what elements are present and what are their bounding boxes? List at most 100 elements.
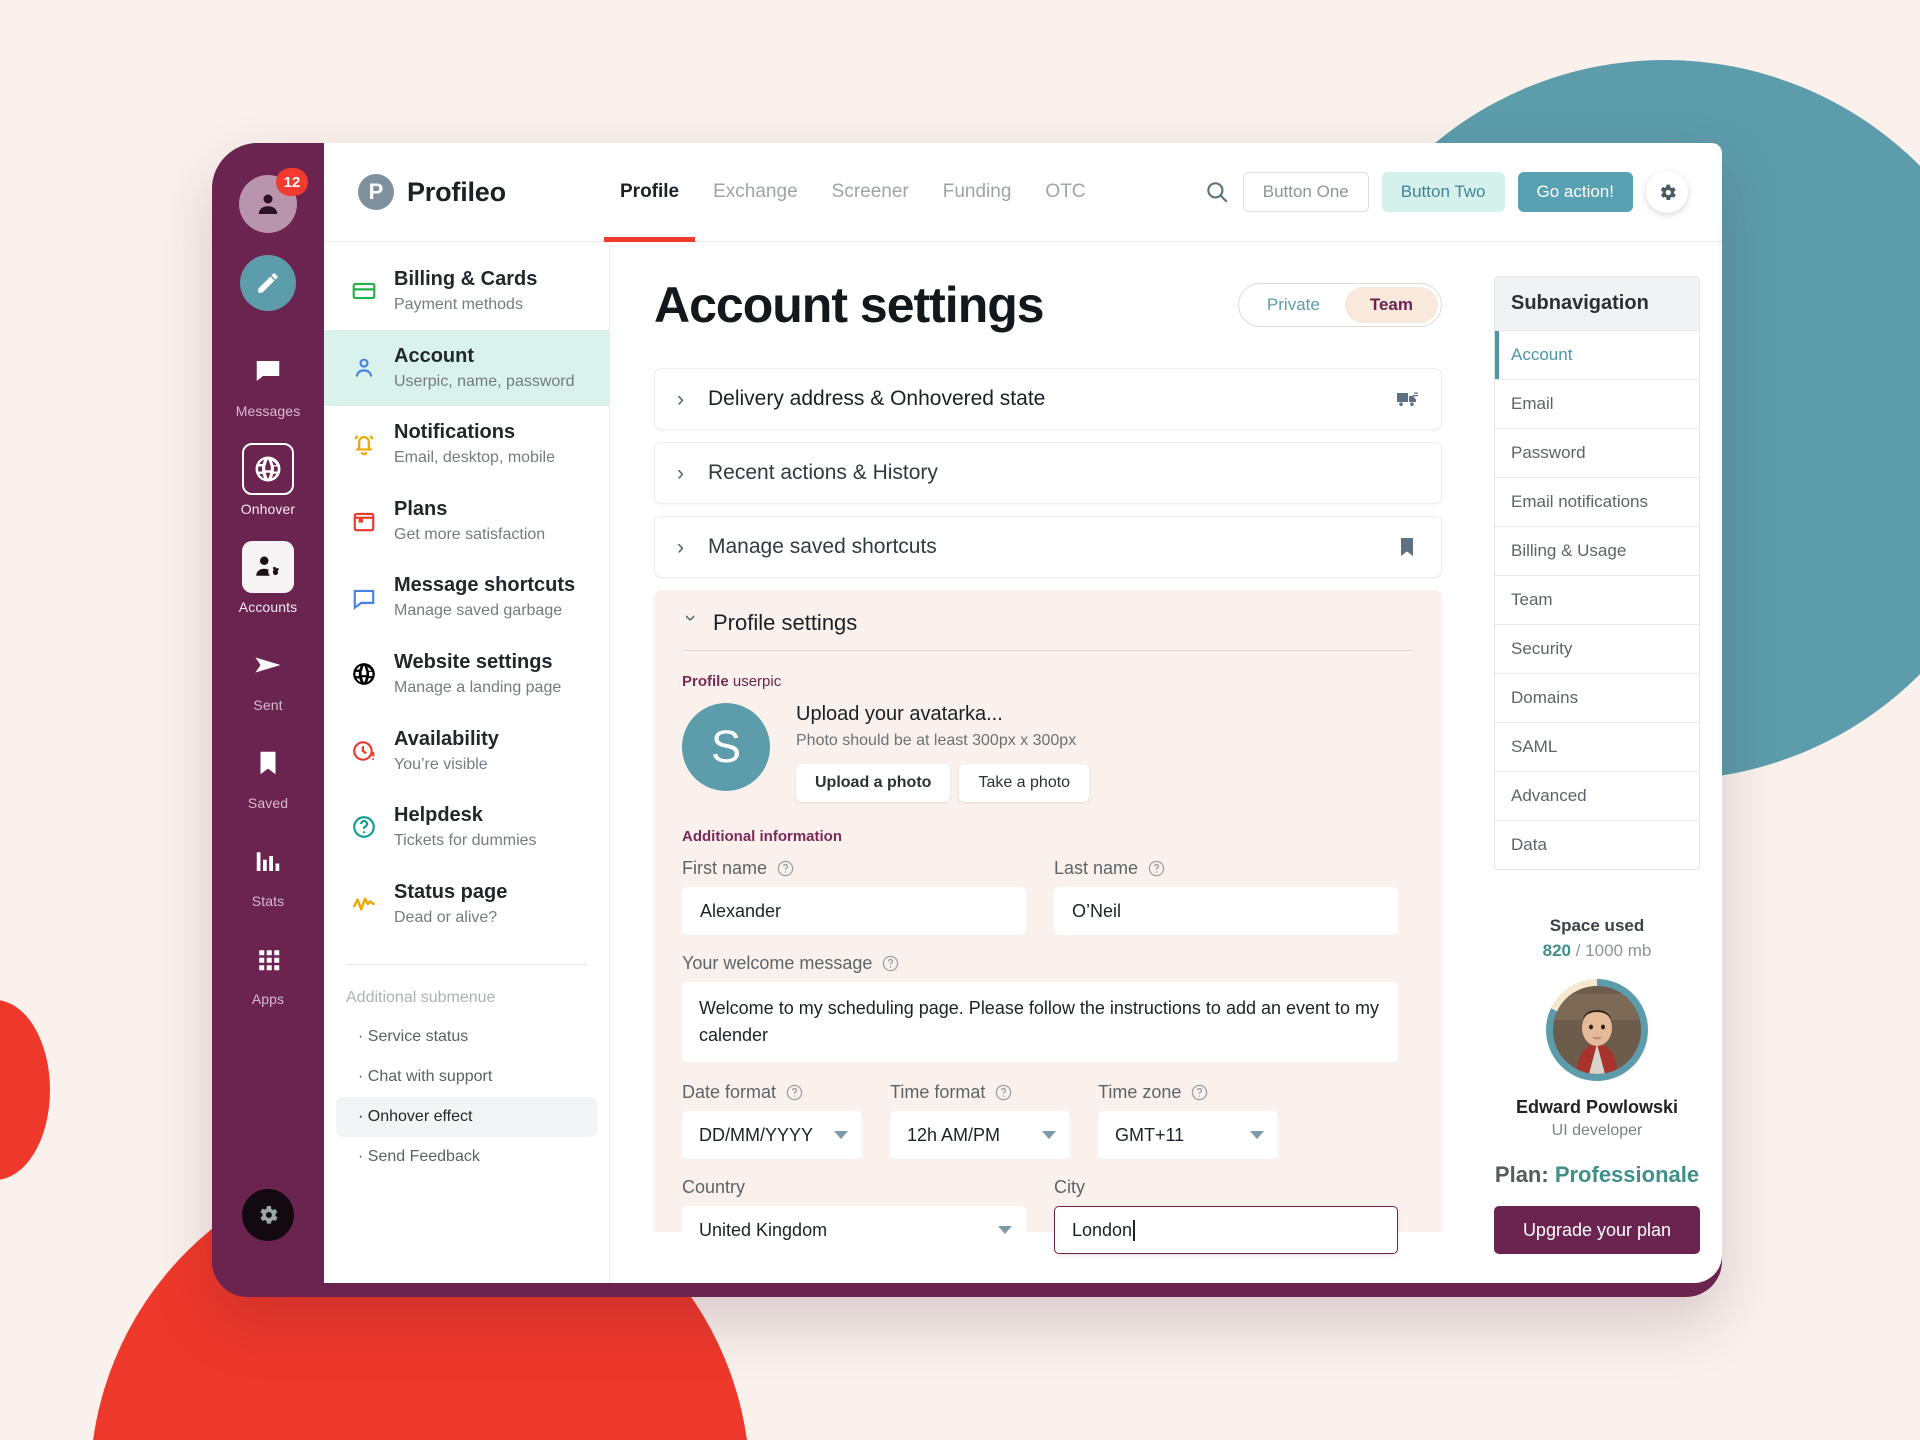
- rail-item-stats[interactable]: Stats: [236, 835, 301, 909]
- date-format-select[interactable]: DD/MM/YYYY: [682, 1111, 862, 1159]
- first-name-field: First name Alexander: [682, 858, 1026, 935]
- tab-screener[interactable]: Screener: [832, 143, 909, 242]
- menu-item-text: Status page Dead or alive?: [394, 880, 507, 929]
- user-role: UI developer: [1551, 1122, 1643, 1139]
- subnav-item-email-notifications[interactable]: Email notifications: [1495, 477, 1699, 526]
- brand[interactable]: P Profileo: [358, 174, 620, 210]
- compose-button[interactable]: [240, 255, 296, 311]
- subnav-item-domains[interactable]: Domains: [1495, 673, 1699, 722]
- rail-settings-button[interactable]: [242, 1189, 294, 1241]
- rail-item-label: Messages: [235, 403, 301, 419]
- subnavigation: Subnavigation Account Email Password Email …: [1494, 276, 1700, 870]
- top-tabs: Profile Exchange Screener Funding OTC: [603, 143, 1086, 242]
- rail-item-sent[interactable]: Sent: [236, 639, 301, 713]
- welcome-message-textarea[interactable]: Welcome to my scheduling page. Please fo…: [682, 982, 1398, 1062]
- menu-item-subtitle: Get more satisfaction: [394, 525, 546, 543]
- subnav-item-advanced[interactable]: Advanced: [1495, 771, 1699, 820]
- search-icon[interactable]: [1204, 179, 1230, 205]
- tab-profile[interactable]: Profile: [603, 143, 696, 242]
- rail-item-accounts[interactable]: Accounts: [236, 541, 301, 615]
- button-one[interactable]: Button One: [1242, 172, 1369, 212]
- profile-settings-header[interactable]: › Profile settings: [680, 610, 1414, 650]
- help-icon[interactable]: [994, 1083, 1013, 1102]
- rail-item-apps[interactable]: Apps: [236, 933, 301, 1007]
- subnav-item-billing-usage[interactable]: Billing & Usage: [1495, 526, 1699, 575]
- subnav-item-security[interactable]: Security: [1495, 624, 1699, 673]
- upgrade-plan-button[interactable]: Upgrade your plan: [1494, 1206, 1700, 1254]
- menu-item-subtitle: Manage a landing page: [394, 678, 562, 696]
- plan-line: Plan: Professionale: [1494, 1162, 1700, 1188]
- icon-rail: 12 Messages Onhover Accounts Sent Saved Stats…: [212, 143, 324, 1297]
- city-field: City London: [1054, 1177, 1398, 1254]
- go-action-button[interactable]: Go action!: [1517, 172, 1633, 212]
- settings-menu-item-status-page[interactable]: Status page Dead or alive?: [324, 866, 609, 943]
- calendar-icon: [346, 508, 382, 534]
- date-format-value: DD/MM/YYYY: [699, 1124, 814, 1145]
- settings-menu-item-billing-cards[interactable]: Billing & Cards Payment methods: [324, 253, 609, 330]
- settings-button[interactable]: [1646, 171, 1688, 213]
- accordion-row[interactable]: › Recent actions & History: [654, 442, 1442, 504]
- subnav-item-saml[interactable]: SAML: [1495, 722, 1699, 771]
- help-icon[interactable]: [776, 859, 795, 878]
- subnav-item-team[interactable]: Team: [1495, 575, 1699, 624]
- button-two[interactable]: Button Two: [1381, 172, 1505, 212]
- additional-info-label: Additional information: [682, 828, 842, 845]
- submenu-link[interactable]: · Onhover effect: [336, 1097, 597, 1138]
- subnav-item-email[interactable]: Email: [1495, 379, 1699, 428]
- segment-team[interactable]: Team: [1344, 287, 1438, 323]
- submenu-link[interactable]: · Send Feedback: [336, 1137, 597, 1177]
- upload-photo-button[interactable]: Upload a photo: [796, 764, 951, 802]
- menu-item-subtitle: Dead or alive?: [394, 908, 498, 926]
- last-name-input[interactable]: O’Neil: [1054, 887, 1398, 935]
- menu-item-title: Status page: [394, 880, 508, 903]
- take-photo-button[interactable]: Take a photo: [959, 764, 1090, 802]
- settings-menu-item-availability[interactable]: Availability You’re visible: [324, 713, 609, 790]
- submenu-link[interactable]: · Chat with support: [336, 1057, 597, 1097]
- settings-menu-item-account[interactable]: Account Userpic, name, password: [324, 329, 609, 407]
- first-name-input[interactable]: Alexander: [682, 887, 1026, 935]
- settings-menu-item-plans[interactable]: Plans Get more satisfaction: [324, 483, 609, 560]
- help-icon[interactable]: [785, 1083, 804, 1102]
- plan-prefix: Plan:: [1494, 1162, 1555, 1187]
- rail-item-label: Apps: [251, 991, 285, 1007]
- city-input[interactable]: London: [1054, 1206, 1398, 1254]
- subnav-item-account[interactable]: Account: [1495, 330, 1699, 379]
- subnav-item-data[interactable]: Data: [1495, 820, 1699, 869]
- settings-menu-item-notifications[interactable]: Notifications Email, desktop, mobile: [324, 406, 609, 483]
- settings-menu-item-website-settings[interactable]: Website settings Manage a landing page: [324, 636, 609, 713]
- privacy-segmented-control: Private Team: [1237, 283, 1442, 327]
- country-label: Country: [682, 1177, 746, 1197]
- accordion-row[interactable]: › Manage saved shortcuts: [654, 516, 1442, 578]
- rail-item-onhover[interactable]: Onhover: [236, 443, 301, 517]
- settings-menu-item-message-shortcuts[interactable]: Message shortcuts Manage saved garbage: [324, 559, 609, 636]
- menu-item-subtitle: Userpic, name, password: [394, 372, 575, 390]
- rail-item-saved[interactable]: Saved: [236, 737, 301, 811]
- time-format-select[interactable]: 12h AM/PM: [890, 1111, 1070, 1159]
- help-icon[interactable]: [1147, 859, 1166, 878]
- menu-item-title: Billing & Cards: [394, 268, 538, 290]
- tab-funding[interactable]: Funding: [943, 143, 1012, 242]
- gear-icon: [1660, 184, 1676, 200]
- help-icon[interactable]: [881, 954, 900, 973]
- tab-exchange[interactable]: Exchange: [713, 143, 798, 242]
- accordion-row[interactable]: › Delivery address & Onhovered state: [654, 368, 1442, 430]
- submenu-link[interactable]: · Service status: [336, 1017, 597, 1057]
- menu-item-title: Plans: [394, 497, 448, 520]
- help-icon[interactable]: [1190, 1083, 1209, 1102]
- subnav-item-password[interactable]: Password: [1495, 428, 1699, 477]
- avatar[interactable]: S: [682, 703, 770, 791]
- rail-item-label: Onhover: [240, 501, 296, 517]
- country-select[interactable]: United Kingdom: [682, 1206, 1026, 1254]
- rail-item-messages[interactable]: Messages: [236, 345, 301, 419]
- chevron-right-icon: ›: [677, 535, 684, 559]
- time-zone-select[interactable]: GMT+11: [1098, 1111, 1278, 1159]
- menu-item-title: Notifications: [394, 421, 516, 444]
- pulse-icon: [346, 891, 382, 917]
- segment-private[interactable]: Private: [1242, 287, 1345, 323]
- tab-otc[interactable]: OTC: [1045, 143, 1085, 242]
- time-format-field: Time format 12h AM/PM: [890, 1082, 1070, 1159]
- rail-avatar[interactable]: 12: [239, 168, 308, 233]
- menu-item-subtitle: Email, desktop, mobile: [394, 449, 555, 467]
- settings-menu-item-helpdesk[interactable]: Helpdesk Tickets for dummies: [324, 789, 609, 866]
- menu-item-text: Helpdesk Tickets for dummies: [394, 803, 537, 852]
